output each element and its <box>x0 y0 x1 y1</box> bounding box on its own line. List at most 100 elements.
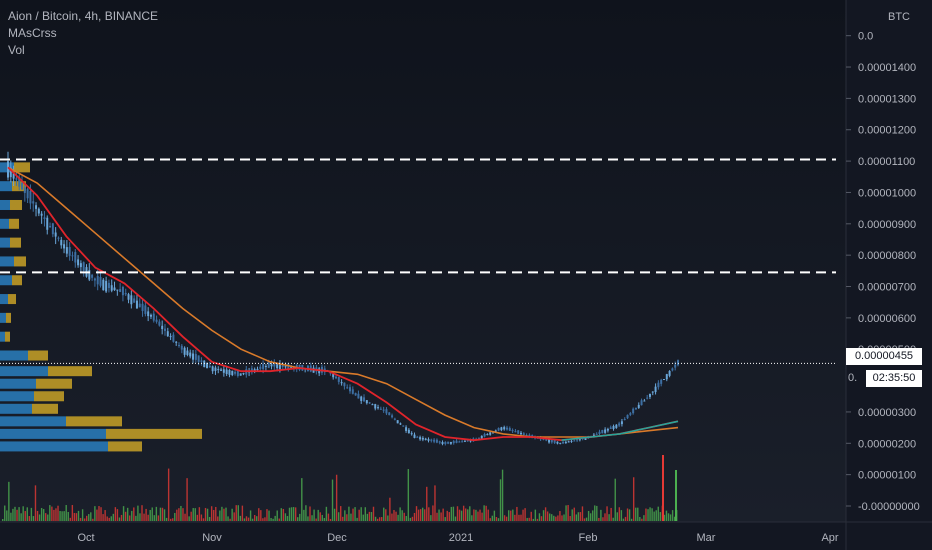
volume-bar <box>573 507 575 521</box>
price-tick-label: 0.00000300 <box>858 407 916 419</box>
volume-bar <box>446 510 448 521</box>
volume-bar <box>645 508 647 521</box>
volume-bar <box>387 515 389 521</box>
volume-bar <box>448 512 451 521</box>
price-tick-label: 0.00000700 <box>858 282 916 294</box>
candle-body <box>511 430 514 432</box>
volume-bar <box>655 510 657 521</box>
volume-bar <box>256 516 258 521</box>
volume-bar <box>4 505 6 521</box>
candle-body <box>382 409 385 411</box>
time-tick-label: Mar <box>697 532 716 544</box>
volume-bar <box>540 516 543 521</box>
volume-bar <box>26 507 28 521</box>
volume-bar <box>358 509 360 521</box>
chart-root[interactable]: 0.0 0.00001400 0.00001300 0.00001200 0.00001… <box>0 0 932 550</box>
volume-bar <box>292 507 295 521</box>
candle-body <box>99 276 102 286</box>
volume-bar <box>462 505 465 521</box>
volume-bar <box>374 516 377 521</box>
candle-body <box>463 440 466 442</box>
candle-body <box>82 262 85 271</box>
time-tick-label: Apr <box>821 532 838 544</box>
volume-bar <box>24 511 26 521</box>
candle-body <box>51 223 54 235</box>
volume-bar <box>200 514 203 521</box>
volume-bar <box>186 478 188 521</box>
candle-body <box>211 366 214 372</box>
volume-bar <box>307 516 309 521</box>
volume-bar <box>190 511 192 521</box>
candle-body <box>264 365 267 367</box>
volume-bar <box>22 506 24 521</box>
candle-body <box>410 433 413 435</box>
candle-body <box>169 336 172 338</box>
volume-bar <box>389 497 391 521</box>
vp-buy-bar <box>0 256 14 267</box>
volume-bar <box>327 513 330 521</box>
volume-bar <box>223 508 225 521</box>
candle-body <box>379 408 382 410</box>
volume-bar <box>518 514 520 521</box>
volume-bar <box>55 508 57 521</box>
volume-bar <box>63 511 65 521</box>
volume-bar <box>438 509 440 521</box>
volume-bar <box>464 508 467 521</box>
volume-bar <box>112 513 115 521</box>
volume-bar <box>290 507 293 521</box>
volume-bar <box>430 515 432 521</box>
volume-bar <box>534 509 537 521</box>
volume-bar <box>643 515 645 521</box>
candle-body <box>421 437 424 440</box>
volume-bar <box>116 509 119 521</box>
volume-bar <box>309 506 311 521</box>
candle-body <box>388 412 391 416</box>
vp-buy-bar <box>0 294 8 305</box>
candle-body <box>197 355 200 362</box>
vp-sell-bar <box>12 275 22 286</box>
volume-bar <box>208 516 211 521</box>
volume-bar <box>157 515 160 521</box>
candle-body <box>629 413 632 415</box>
volume-bar <box>346 514 348 521</box>
volume-bar <box>432 505 434 521</box>
legend-indicator-masc[interactable]: MAsCrss <box>8 25 158 42</box>
candle-body <box>567 441 570 443</box>
candle-body <box>40 213 43 216</box>
candle-body <box>161 325 164 330</box>
volume-bar <box>657 506 659 521</box>
volume-bar <box>514 514 516 521</box>
candle-body <box>172 334 175 342</box>
volume-bar <box>45 513 47 521</box>
candle-body <box>220 369 223 371</box>
volume-bar <box>36 510 39 521</box>
volume-bar <box>610 507 612 521</box>
volume-bar <box>14 506 16 521</box>
volume-bar <box>413 512 416 521</box>
volume-bar <box>276 510 278 521</box>
candle-body <box>449 441 452 444</box>
volume-bar <box>635 507 637 521</box>
volume-bar <box>100 507 102 521</box>
candle-body <box>632 408 635 414</box>
volume-bar <box>75 513 78 521</box>
volume-bar <box>210 506 213 521</box>
vp-sell-bar <box>108 441 142 452</box>
candle-body <box>514 431 517 433</box>
volume-bar <box>659 512 662 521</box>
candle-body <box>21 183 24 190</box>
candle-body <box>68 247 71 256</box>
volume-bar <box>450 506 453 521</box>
candle-body <box>186 350 189 355</box>
candle-body <box>200 360 203 362</box>
candle-body <box>452 441 455 444</box>
volume-bar <box>493 510 496 521</box>
volume-bar <box>227 516 229 521</box>
chart-canvas[interactable]: 0.0 0.00001400 0.00001300 0.00001200 0.00001… <box>0 0 932 550</box>
legend-indicator-vol[interactable]: Vol <box>8 42 158 59</box>
volume-bar <box>555 516 557 521</box>
candle-body <box>119 289 122 292</box>
volume-bar <box>81 509 84 521</box>
legend-title[interactable]: Aion / Bitcoin, 4h, BINANCE <box>8 8 158 25</box>
volume-bar <box>553 515 555 521</box>
